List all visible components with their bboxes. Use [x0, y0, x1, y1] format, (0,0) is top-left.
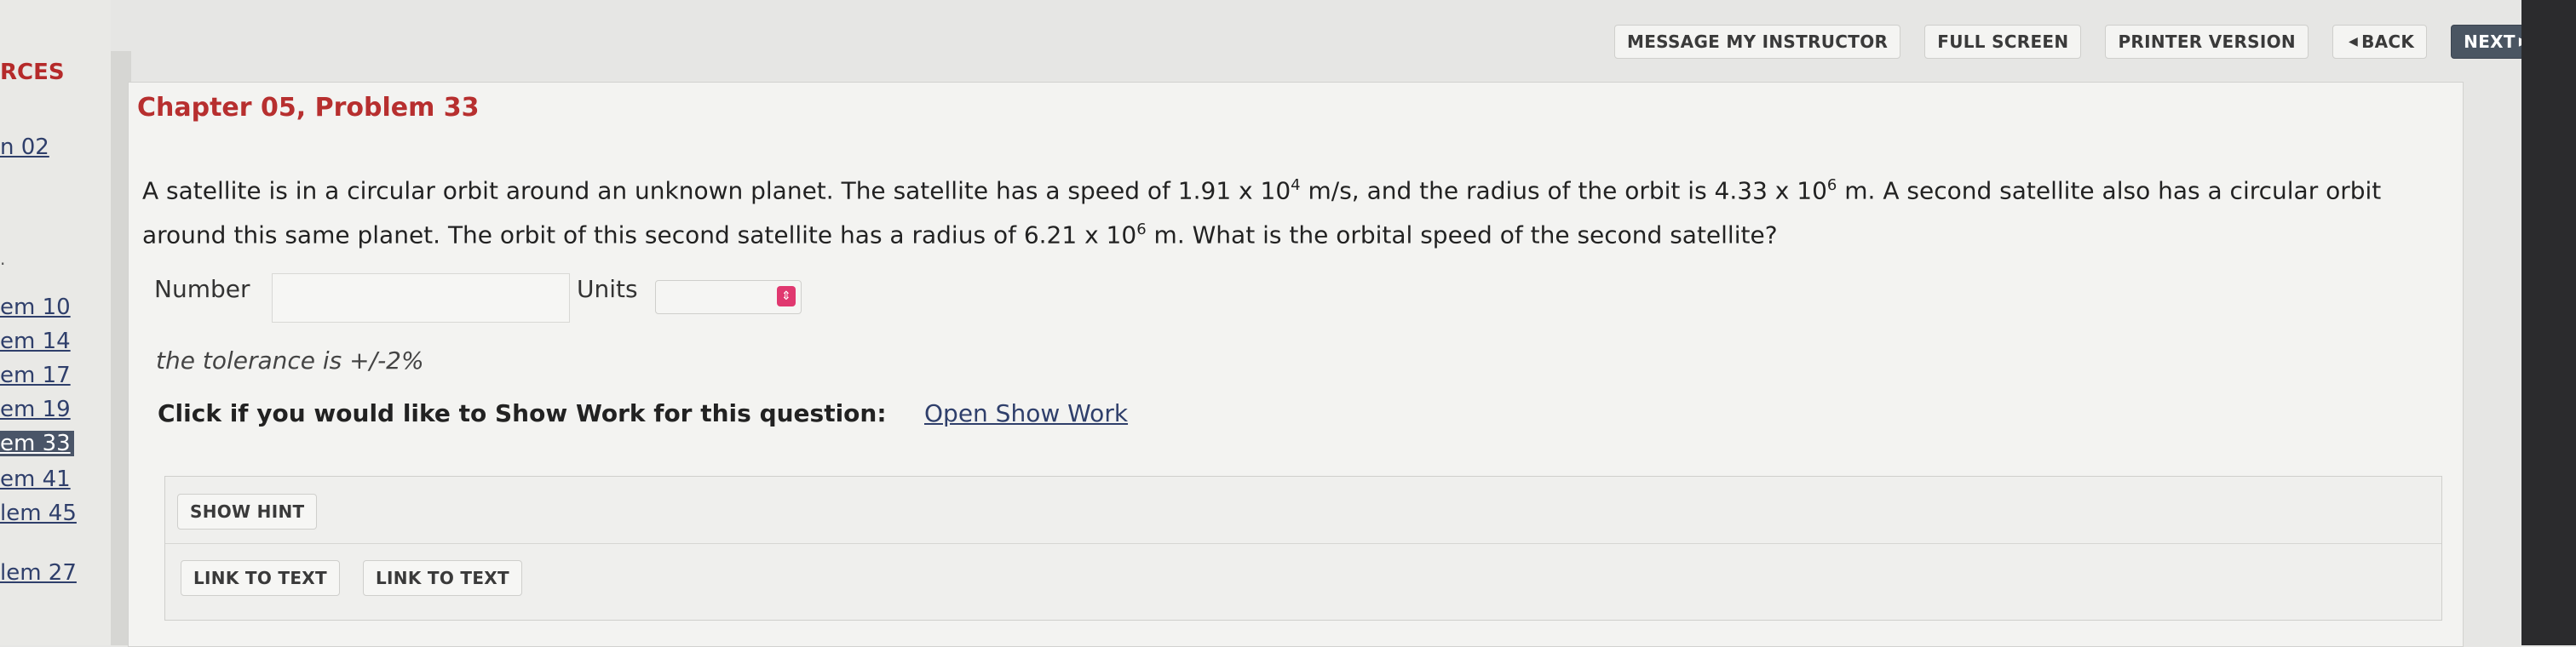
printer-version-button[interactable]: PRINTER VERSION	[2105, 25, 2309, 59]
question-part-4: m. What is the orbital speed of the seco…	[1146, 220, 1778, 249]
sidebar-bullet: .	[0, 249, 6, 269]
hint-divider	[165, 543, 2441, 544]
exponent-3: 6	[1136, 220, 1147, 239]
message-instructor-label: MESSAGE MY INSTRUCTOR	[1627, 31, 1889, 52]
question-part-2: m/s, and the radius of the orbit is 4.33…	[1300, 176, 1827, 205]
sidebar-item-em17[interactable]: em 17	[0, 363, 71, 388]
number-input[interactable]	[272, 273, 570, 323]
select-arrows-icon: ⇕	[777, 286, 796, 306]
sidebar-item-em33[interactable]: em 33	[0, 431, 74, 456]
link-to-text-label-1: LINK TO TEXT	[193, 568, 327, 588]
exponent-2: 6	[1826, 176, 1837, 194]
exponent-1: 4	[1291, 176, 1301, 194]
link-to-text-label-2: LINK TO TEXT	[376, 568, 509, 588]
open-show-work-link[interactable]: Open Show Work	[924, 399, 1128, 427]
chapter-title: Chapter 05, Problem 33	[137, 93, 480, 123]
back-label: BACK	[2361, 31, 2415, 52]
sidebar-item-n02[interactable]: n 02	[0, 135, 49, 160]
hint-box: SHOW HINT LINK TO TEXT LINK TO TEXT	[164, 476, 2442, 621]
tolerance-text: the tolerance is +/-2%	[156, 346, 424, 375]
units-label: Units	[577, 275, 638, 303]
sidebar: RCES n 02 . em 10 em 14 em 17 em 19 em 3…	[0, 0, 111, 645]
full-screen-button[interactable]: FULL SCREEN	[1924, 25, 2082, 59]
sidebar-title: RCES	[0, 60, 65, 85]
units-select[interactable]: ⇕	[655, 280, 802, 314]
sidebar-item-lem27[interactable]: lem 27	[0, 560, 77, 586]
question-part-1: A satellite is in a circular orbit aroun…	[142, 176, 1291, 205]
link-to-text-button-1[interactable]: LINK TO TEXT	[181, 560, 340, 596]
back-button[interactable]: ◀ BACK	[2332, 25, 2428, 59]
sidebar-item-em14[interactable]: em 14	[0, 329, 71, 354]
number-label: Number	[154, 275, 250, 303]
back-arrow-icon: ◀	[2348, 35, 2359, 49]
question-panel: Chapter 05, Problem 33 A satellite is in…	[128, 82, 2464, 647]
question-text: A satellite is in a circular orbit aroun…	[142, 166, 2459, 255]
link-to-text-button-2[interactable]: LINK TO TEXT	[363, 560, 522, 596]
show-work-label: Click if you would like to Show Work for…	[158, 399, 887, 427]
sidebar-item-em41[interactable]: em 41	[0, 467, 71, 492]
message-instructor-button[interactable]: MESSAGE MY INSTRUCTOR	[1614, 25, 1901, 59]
show-hint-label: SHOW HINT	[190, 501, 305, 522]
sidebar-item-em10[interactable]: em 10	[0, 295, 71, 320]
printer-version-label: PRINTER VERSION	[2118, 31, 2296, 52]
show-hint-button[interactable]: SHOW HINT	[177, 494, 318, 530]
window-edge	[2521, 0, 2576, 645]
top-toolbar: MESSAGE MY INSTRUCTOR FULL SCREEN PRINTE…	[1614, 22, 2544, 61]
sidebar-item-lem45[interactable]: lem 45	[0, 501, 77, 526]
sidebar-item-em19[interactable]: em 19	[0, 397, 71, 422]
next-label: NEXT	[2464, 31, 2516, 52]
full-screen-label: FULL SCREEN	[1937, 31, 2069, 52]
